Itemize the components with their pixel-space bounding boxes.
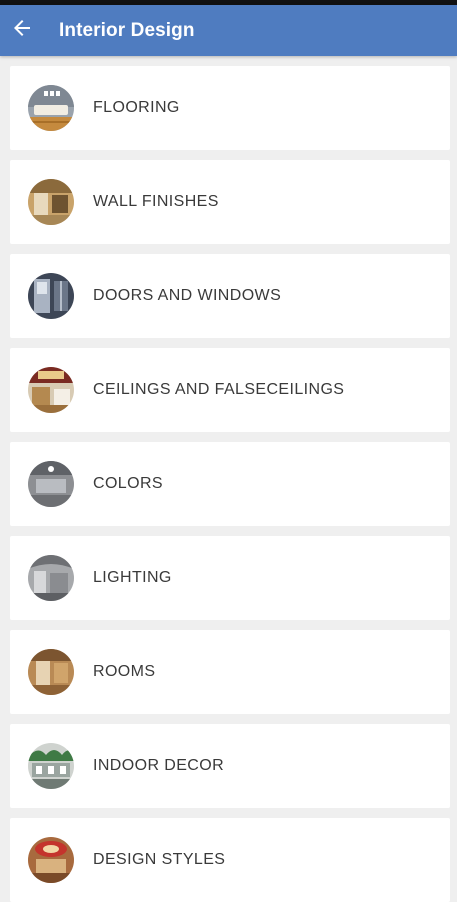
doors-windows-thumbnail bbox=[28, 273, 74, 319]
category-item-doors-and-windows[interactable]: DOORS AND WINDOWS bbox=[10, 254, 450, 338]
wall-finishes-thumbnail bbox=[28, 179, 74, 225]
category-label: LIGHTING bbox=[93, 569, 172, 586]
category-item-lighting[interactable]: LIGHTING bbox=[10, 536, 450, 620]
back-button[interactable] bbox=[2, 11, 42, 51]
category-label: COLORS bbox=[93, 475, 163, 492]
category-item-rooms[interactable]: ROOMS bbox=[10, 630, 450, 714]
category-label: ROOMS bbox=[93, 663, 156, 680]
category-item-design-styles[interactable]: DESIGN STYLES bbox=[10, 818, 450, 902]
category-label: CEILINGS AND FALSECEILINGS bbox=[93, 381, 345, 398]
colors-thumbnail bbox=[28, 461, 74, 507]
page-title: Interior Design bbox=[59, 19, 195, 41]
category-item-colors[interactable]: COLORS bbox=[10, 442, 450, 526]
category-label: INDOOR DECOR bbox=[93, 757, 225, 774]
category-label: DOORS AND WINDOWS bbox=[93, 287, 282, 304]
category-item-indoor-decor[interactable]: INDOOR DECOR bbox=[10, 724, 450, 808]
category-label: FLOORING bbox=[93, 99, 180, 116]
design-styles-thumbnail bbox=[28, 837, 74, 883]
category-label: WALL FINISHES bbox=[93, 193, 219, 210]
category-label: DESIGN STYLES bbox=[93, 851, 226, 868]
lighting-thumbnail bbox=[28, 555, 74, 601]
category-item-ceilings[interactable]: CEILINGS AND FALSECEILINGS bbox=[10, 348, 450, 432]
arrow-left-icon bbox=[10, 16, 34, 45]
flooring-thumbnail bbox=[28, 85, 74, 131]
indoor-decor-thumbnail bbox=[28, 743, 74, 789]
rooms-thumbnail bbox=[28, 649, 74, 695]
category-item-flooring[interactable]: FLOORING bbox=[10, 66, 450, 150]
app-bar: Interior Design bbox=[0, 5, 457, 56]
ceilings-thumbnail bbox=[28, 367, 74, 413]
category-item-wall-finishes[interactable]: WALL FINISHES bbox=[10, 160, 450, 244]
